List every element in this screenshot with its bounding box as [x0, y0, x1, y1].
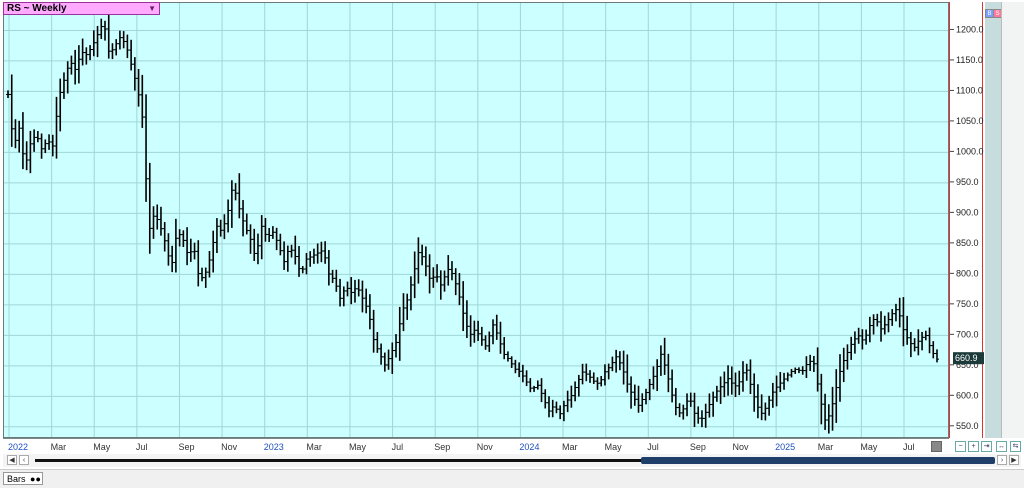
y-tick-label: 600.0	[956, 390, 979, 400]
x-tick-label: Mar	[306, 442, 322, 452]
x-tick-label: 2023	[263, 442, 284, 452]
x-tick-label: Sep	[434, 442, 451, 452]
x-tick-label: May	[604, 442, 622, 452]
date-axis[interactable]: 2022 Mar May Jul Sep Nov 2023 Mar May Jul Sep Nov 20…	[3, 438, 949, 454]
plot-area[interactable]	[3, 2, 949, 438]
y-tick-label: 550.0	[956, 421, 979, 431]
x-tick-label: Jul	[903, 442, 915, 452]
link-icon: ●●	[30, 474, 41, 484]
x-tick-label: May	[860, 442, 878, 452]
x-tick-label: Mar	[50, 442, 67, 452]
x-tick-label: Mar	[562, 442, 578, 452]
y-tick-label: 1200.0	[956, 24, 984, 34]
time-scrollbar[interactable]: ◀ ‹ › ▶	[3, 454, 1021, 467]
scroll-left-icon[interactable]: ◀	[7, 455, 17, 465]
right-strip: B S	[985, 2, 1002, 438]
y-tick-label: 950.0	[956, 177, 979, 187]
zoom-out-icon[interactable]: −	[955, 441, 966, 452]
outer-right-panel	[1001, 2, 1024, 438]
expand-icon[interactable]: ⇆	[1010, 441, 1021, 452]
scroll-end-icon[interactable]: ⇥	[981, 441, 992, 452]
axis-scroll-indicator[interactable]	[931, 441, 942, 452]
chart-title: RS ~ Weekly	[7, 3, 67, 14]
compress-icon[interactable]: ↔	[996, 441, 1007, 452]
x-tick-label: Nov	[476, 442, 493, 452]
bars-tab-label: Bars	[7, 474, 26, 484]
scroll-right-icon[interactable]: ▶	[1009, 455, 1019, 465]
x-tick-label: Jul	[135, 442, 148, 452]
y-tick-label: 1000.0	[956, 146, 984, 156]
y-tick-label: 800.0	[956, 268, 979, 278]
price-chart	[4, 3, 948, 437]
chart-window: RS ~ Weekly ▼ 550.0 600.0 650.0 700.0 750.0 8…	[0, 0, 1024, 488]
status-bar: Bars ●●	[0, 469, 1024, 488]
x-tick-label: May	[348, 442, 366, 452]
y-tick-label: 1100.0	[956, 85, 983, 95]
x-tick-label: Jul	[647, 442, 659, 452]
x-tick-label: 2024	[519, 442, 540, 452]
x-tick-label: Sep	[178, 442, 195, 452]
y-tick-label: 850.0	[956, 238, 979, 248]
y-tick-label: 750.0	[956, 299, 979, 309]
x-tick-label: May	[93, 442, 111, 452]
price-axis[interactable]: 550.0 600.0 650.0 700.0 750.0 800.0 850.0 900.0…	[949, 2, 984, 438]
x-tick-label: Nov	[732, 442, 749, 452]
scroll-forward-icon[interactable]: ›	[997, 455, 1007, 465]
price-axis-ticks: 550.0600.0650.0700.0750.0800.0850.0900.0…	[950, 24, 984, 431]
bars-tab[interactable]: Bars ●●	[3, 472, 43, 485]
y-tick-label: 1150.0	[956, 55, 983, 65]
x-tick-label: Sep	[689, 442, 706, 452]
scroll-thumb[interactable]	[641, 457, 995, 464]
x-tick-label: Jul	[391, 442, 404, 452]
y-tick-label: 1050.0	[956, 116, 984, 126]
zoom-in-icon[interactable]: +	[968, 441, 979, 452]
y-tick-label: 700.0	[956, 329, 979, 339]
dropdown-arrow-icon[interactable]: ▼	[148, 3, 156, 14]
symbol-title-selector[interactable]: RS ~ Weekly ▼	[3, 2, 160, 15]
x-tick-label: Nov	[221, 442, 238, 452]
last-price-label: 660.9	[955, 353, 978, 363]
x-tick-label: Mar	[817, 442, 834, 452]
x-tick-label: 2022	[8, 442, 29, 452]
x-tick-label: 2025	[775, 442, 796, 452]
y-tick-label: 900.0	[956, 207, 979, 217]
scroll-back-icon[interactable]: ‹	[19, 455, 29, 465]
